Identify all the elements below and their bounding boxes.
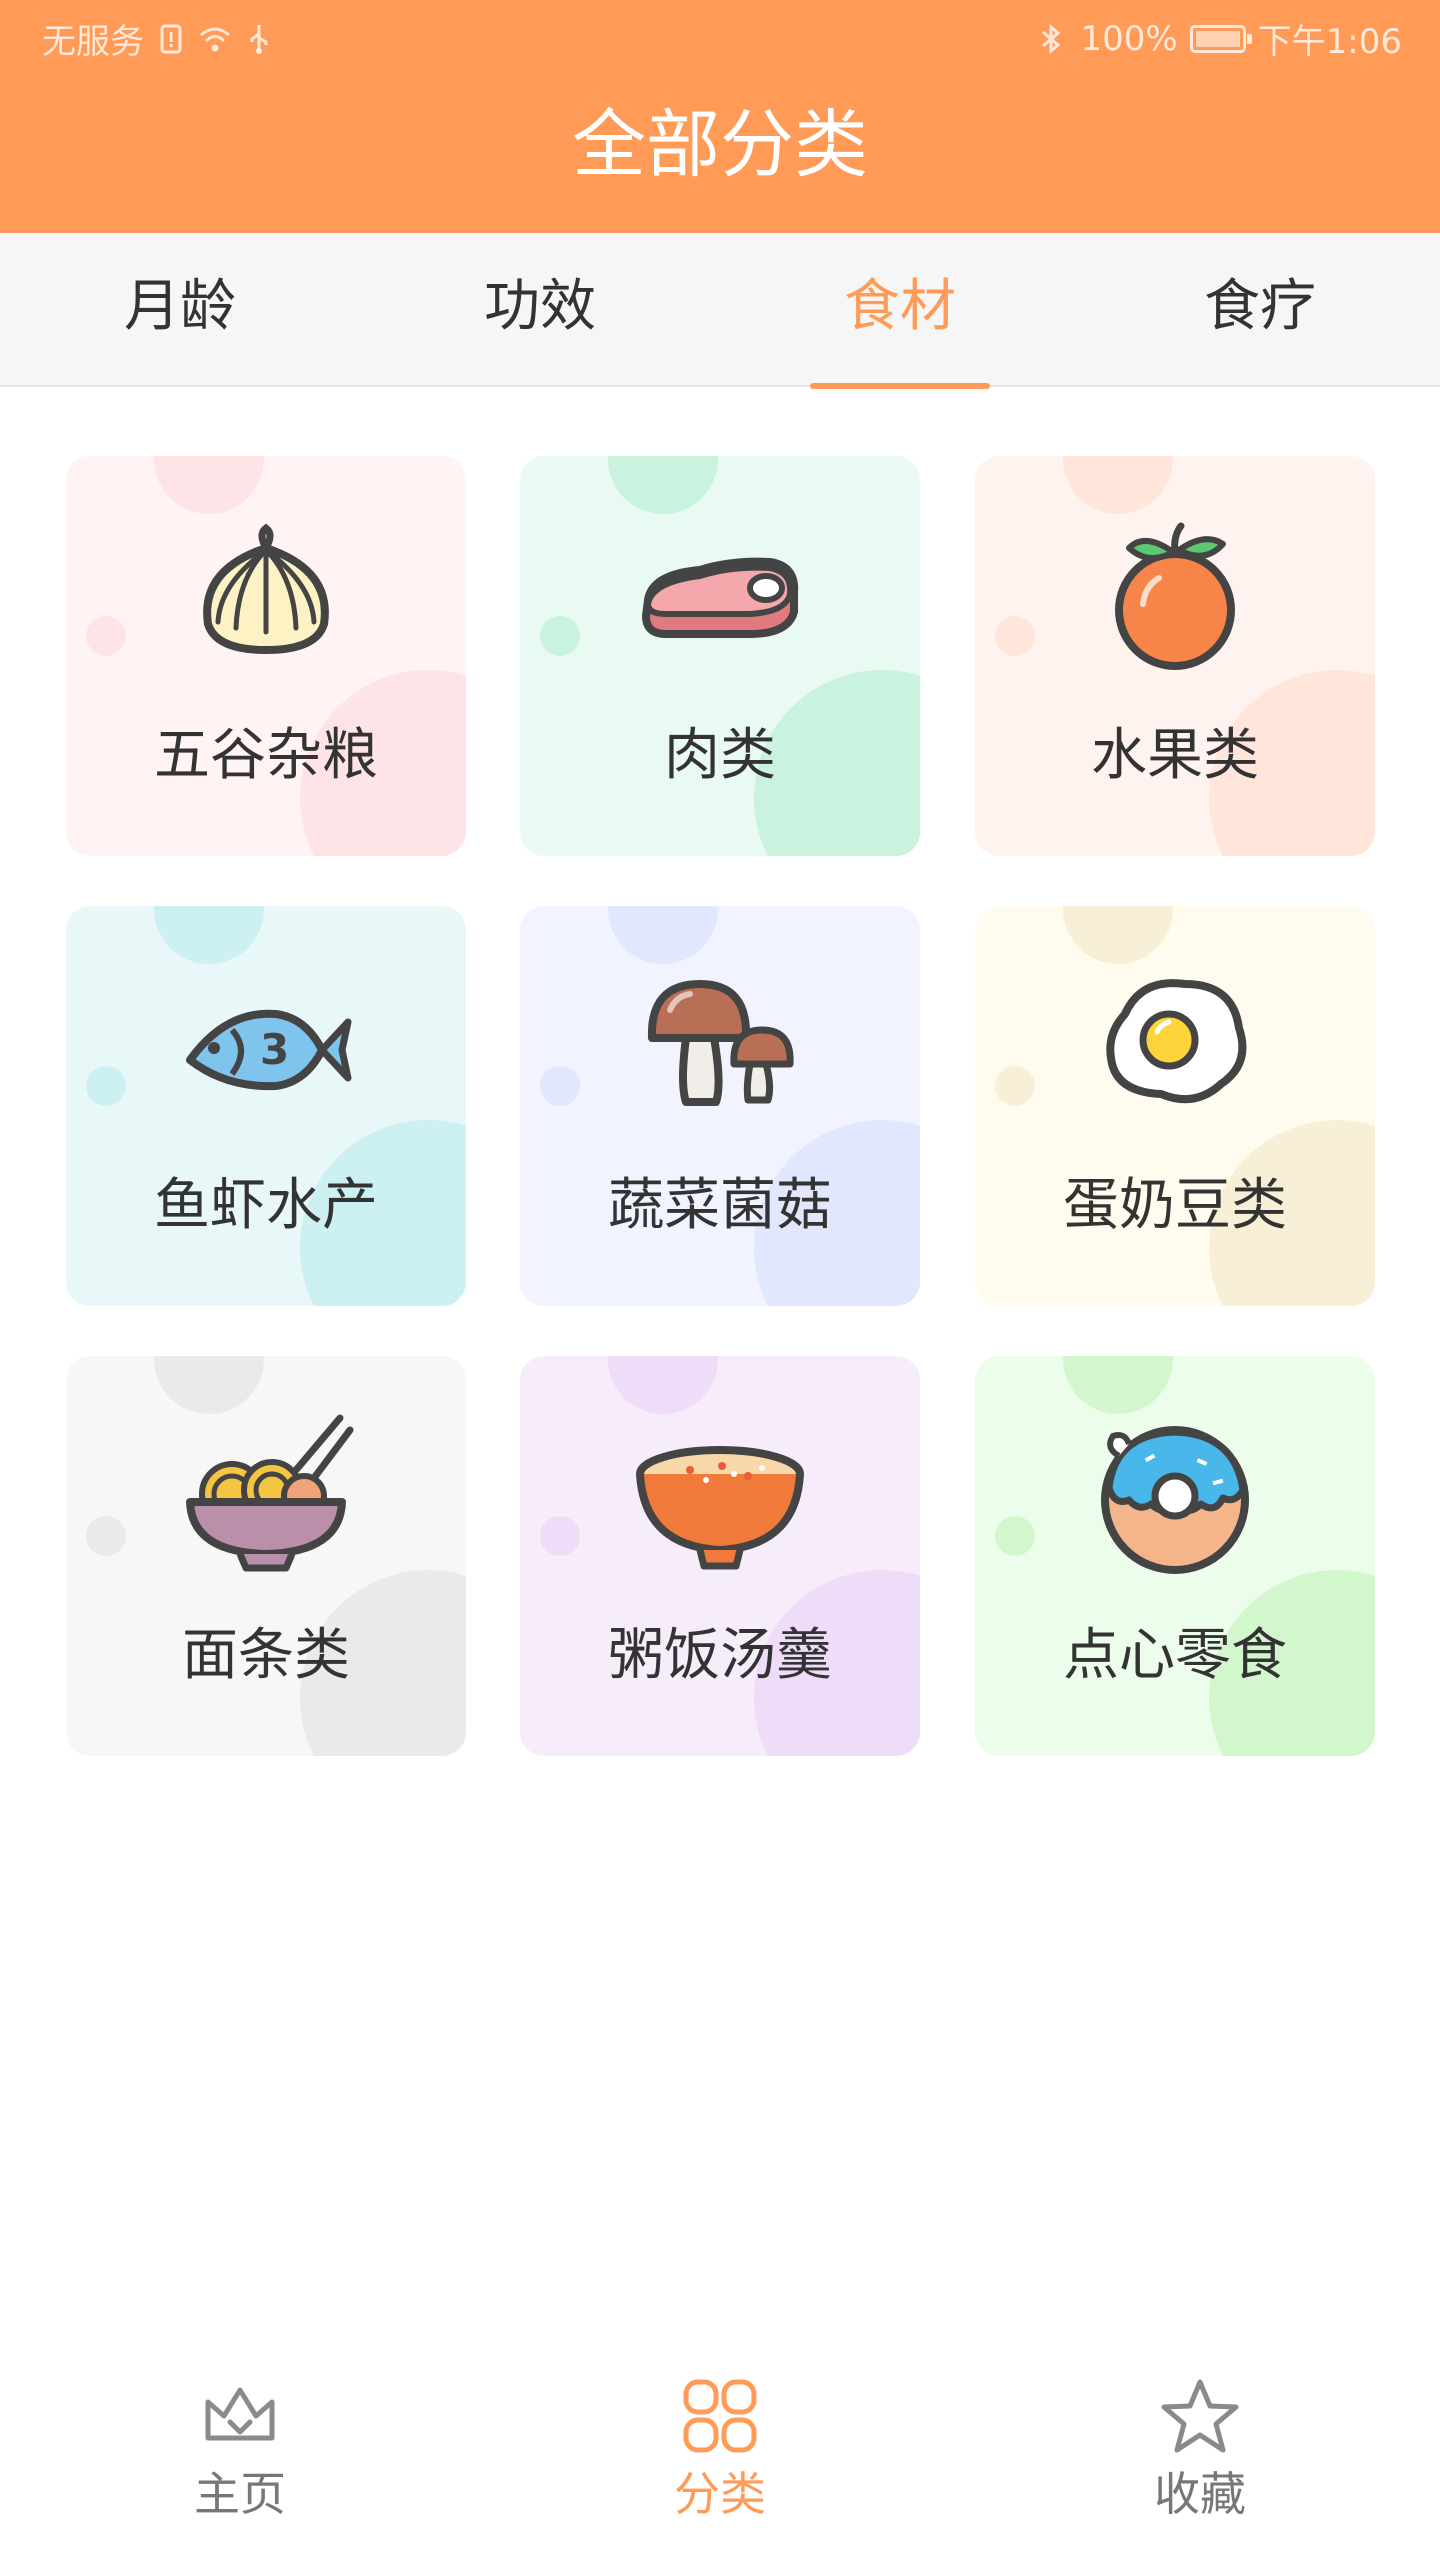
- tab-label: 月龄: [124, 274, 236, 339]
- category-label: 五谷杂粮: [154, 723, 378, 788]
- bottom-nav: 主页 分类 收藏: [0, 2334, 1440, 2560]
- category-tabs: 月龄 功效 食材 食疗: [0, 233, 1440, 389]
- noodle-bowl-icon: [186, 1414, 354, 1572]
- tab-therapy[interactable]: 食疗: [1080, 233, 1440, 387]
- category-card-noodles[interactable]: 面条类: [66, 1356, 466, 1756]
- usb-icon: [250, 24, 268, 54]
- mushroom-icon: [647, 980, 794, 1106]
- nav-categories[interactable]: 分类: [570, 2334, 870, 2560]
- category-label: 面条类: [182, 1623, 350, 1688]
- nav-label: 收藏: [1154, 2467, 1246, 2521]
- nav-favorites[interactable]: 收藏: [1050, 2334, 1350, 2560]
- category-card-grains[interactable]: 五谷杂粮: [66, 456, 466, 856]
- category-card-fruit[interactable]: 水果类: [975, 456, 1375, 856]
- nav-home[interactable]: 主页: [90, 2334, 390, 2560]
- grid-icon: [683, 2379, 757, 2453]
- page-title: 全部分类: [572, 102, 868, 188]
- nav-label: 主页: [194, 2467, 286, 2521]
- congee-bowl-icon: [636, 1446, 804, 1570]
- category-card-snacks[interactable]: 点心零食: [975, 1356, 1375, 1756]
- category-card-eggs-dairy[interactable]: 蛋奶豆类: [975, 906, 1375, 1306]
- battery-percent: 100%: [1080, 18, 1178, 59]
- category-label: 蛋奶豆类: [1063, 1173, 1287, 1238]
- category-label: 蔬菜菌菇: [608, 1173, 832, 1238]
- donut-icon: [1101, 1426, 1249, 1574]
- crown-icon: [205, 2387, 275, 2441]
- category-card-congee-soup[interactable]: 粥饭汤羹: [520, 1356, 920, 1756]
- wifi-icon: [200, 27, 230, 51]
- tab-label: 食疗: [1204, 274, 1316, 339]
- carrier-text: 无服务: [42, 22, 144, 62]
- star-icon: [1161, 2379, 1239, 2453]
- category-card-seafood[interactable]: 3 鱼虾水产: [66, 906, 466, 1306]
- category-label: 水果类: [1091, 723, 1259, 788]
- category-label: 粥饭汤羹: [608, 1623, 832, 1688]
- clock: 下午1:06: [1257, 22, 1402, 62]
- category-card-meat[interactable]: 肉类: [520, 456, 920, 856]
- tab-age[interactable]: 月龄: [0, 233, 360, 387]
- app-header: 无服务 100% 下午1:06 全部分类: [0, 0, 1440, 233]
- status-bar: 无服务 100% 下午1:06: [0, 0, 1440, 72]
- category-label: 鱼虾水产: [154, 1173, 378, 1238]
- tab-label: 食材: [844, 274, 956, 339]
- tab-label: 功效: [484, 274, 596, 339]
- fried-egg-icon: [1106, 979, 1247, 1104]
- sim-alert-icon: [160, 24, 182, 53]
- category-label: 肉类: [664, 723, 776, 788]
- active-tab-indicator: [810, 383, 990, 389]
- category-card-vegetables[interactable]: 蔬菜菌菇: [520, 906, 920, 1306]
- tab-ingredients[interactable]: 食材: [720, 233, 1080, 389]
- dumpling-icon: [203, 523, 329, 654]
- bluetooth-icon: [1042, 23, 1061, 54]
- steak-icon: [642, 557, 799, 638]
- fish-icon: 3: [186, 1009, 352, 1091]
- battery-icon: [1189, 24, 1252, 53]
- tab-efficacy[interactable]: 功效: [360, 233, 720, 387]
- category-label: 点心零食: [1063, 1623, 1287, 1688]
- nav-label: 分类: [674, 2467, 766, 2521]
- orange-icon: [1115, 522, 1235, 670]
- svg-text:3: 3: [260, 1025, 289, 1074]
